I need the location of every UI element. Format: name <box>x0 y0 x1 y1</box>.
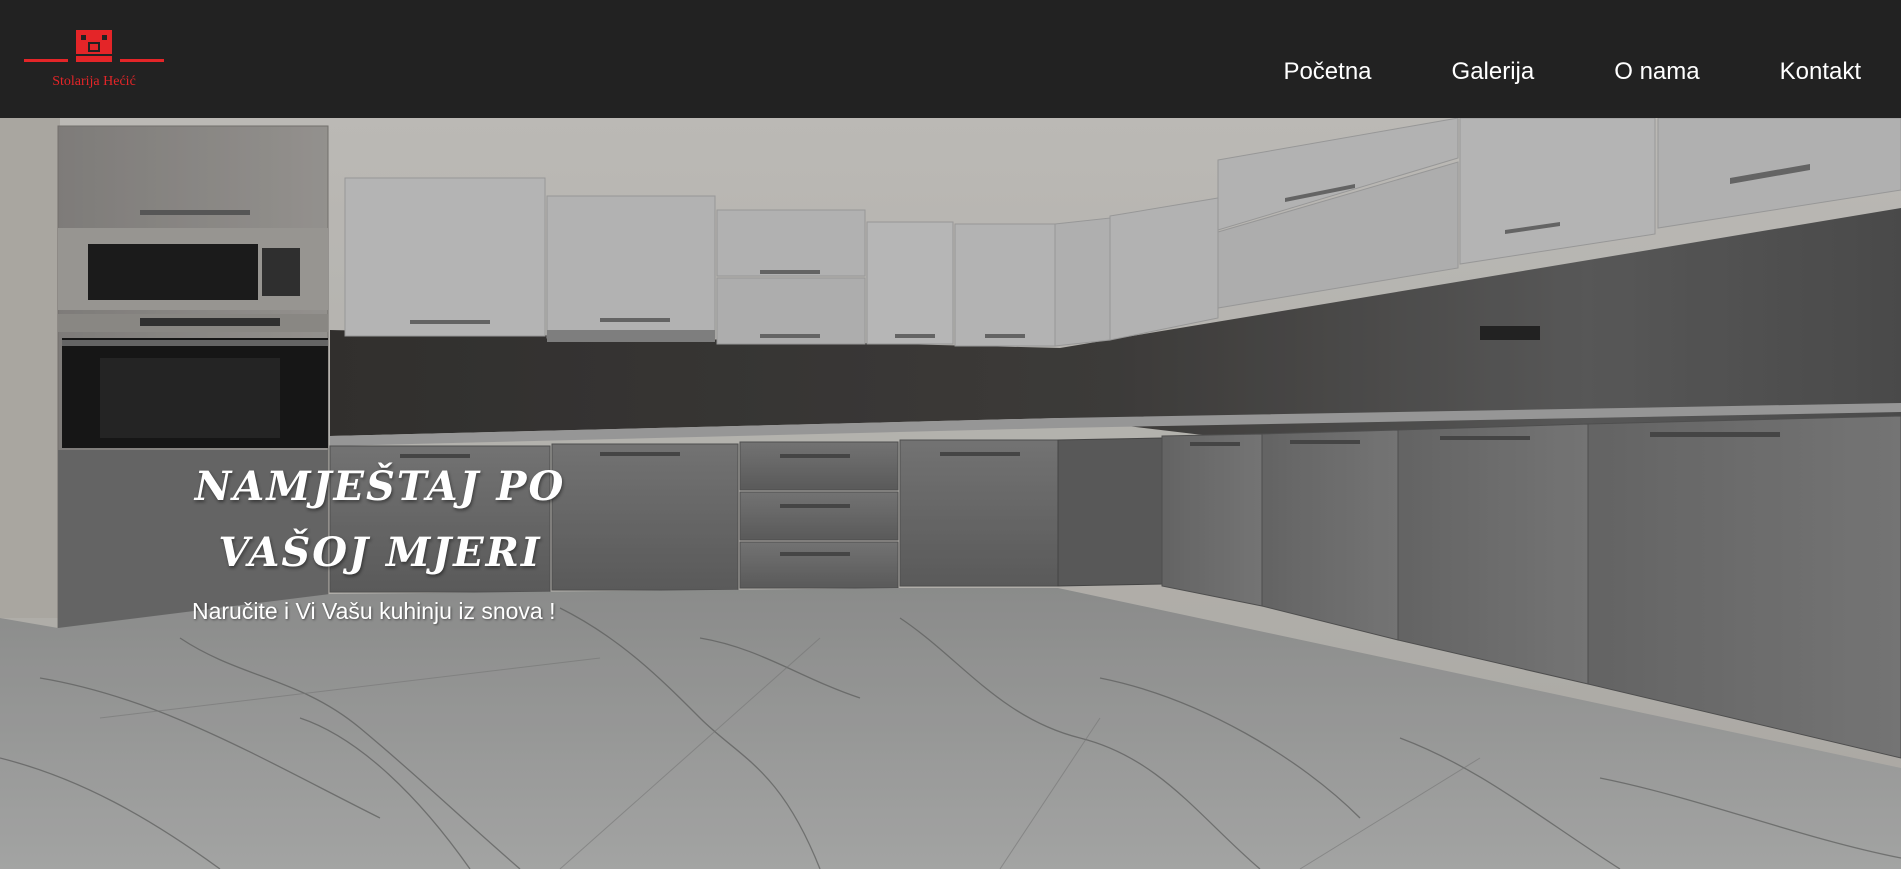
logo-text: Stolarija Hećić <box>52 74 136 89</box>
site-header: Stolarija Hećić Početna Galerija O nama … <box>0 0 1901 118</box>
nav-item-galerija[interactable]: Galerija <box>1452 58 1535 86</box>
nav-item-pocetna[interactable]: Početna <box>1283 58 1371 86</box>
hero-title-line-2: VAŠOJ MJERI <box>218 529 542 576</box>
nav-item-kontakt[interactable]: Kontakt <box>1780 58 1861 86</box>
hero-subtitle: Naručite i Vi Vašu kuhinju iz snova ! <box>192 598 556 624</box>
logo[interactable]: Stolarija Hećić <box>24 26 164 92</box>
carpentry-logo-icon <box>24 30 164 62</box>
hero-section: NAMJEŠTAJ PO VAŠOJ MJERI Naručite i Vi V… <box>0 118 1901 869</box>
nav-item-o-nama[interactable]: O nama <box>1614 58 1699 86</box>
hero-title-line-1: NAMJEŠTAJ PO <box>194 463 566 510</box>
hero-title: NAMJEŠTAJ PO VAŠOJ MJERI <box>160 454 600 586</box>
main-nav: Početna Galerija O nama Kontakt <box>1283 58 1861 86</box>
